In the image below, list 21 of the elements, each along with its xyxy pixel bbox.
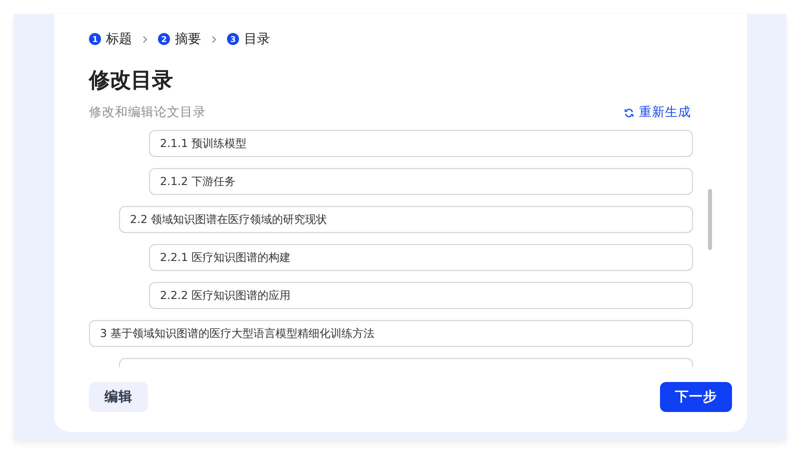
step-label[interactable]: 摘要 [175,30,201,48]
outline-item[interactable]: 2.1.1 预训练模型 [149,130,693,157]
step-label[interactable]: 目录 [244,30,270,48]
outline-item[interactable]: 2.2.1 医疗知识图谱的构建 [149,244,693,271]
outline-item[interactable]: 2.2.2 医疗知识图谱的应用 [149,282,693,309]
edit-button[interactable]: 编辑 [89,382,148,412]
chevron-right-icon [142,34,148,44]
outline-item[interactable]: 2.1.2 下游任务 [149,168,693,195]
step-number: 2 [158,33,170,45]
step-label[interactable]: 标题 [106,30,132,48]
chevron-right-icon [211,34,217,44]
step-number: 1 [89,33,101,45]
scrollbar-thumb[interactable] [708,189,712,250]
regenerate-link[interactable]: 重新生成 [624,104,691,121]
outline-item[interactable]: 2.2 领域知识图谱在医疗领域的研究现状 [119,206,693,233]
page-subtitle: 修改和编辑论文目录 [89,104,206,121]
step-number: 3 [227,33,239,45]
next-button[interactable]: 下一步 [660,382,732,412]
page-title: 修改目录 [89,67,174,94]
outline-item[interactable]: 3 基于领域知识图谱的医疗大型语言模型精细化训练方法 [89,320,693,347]
refresh-icon [624,108,634,118]
